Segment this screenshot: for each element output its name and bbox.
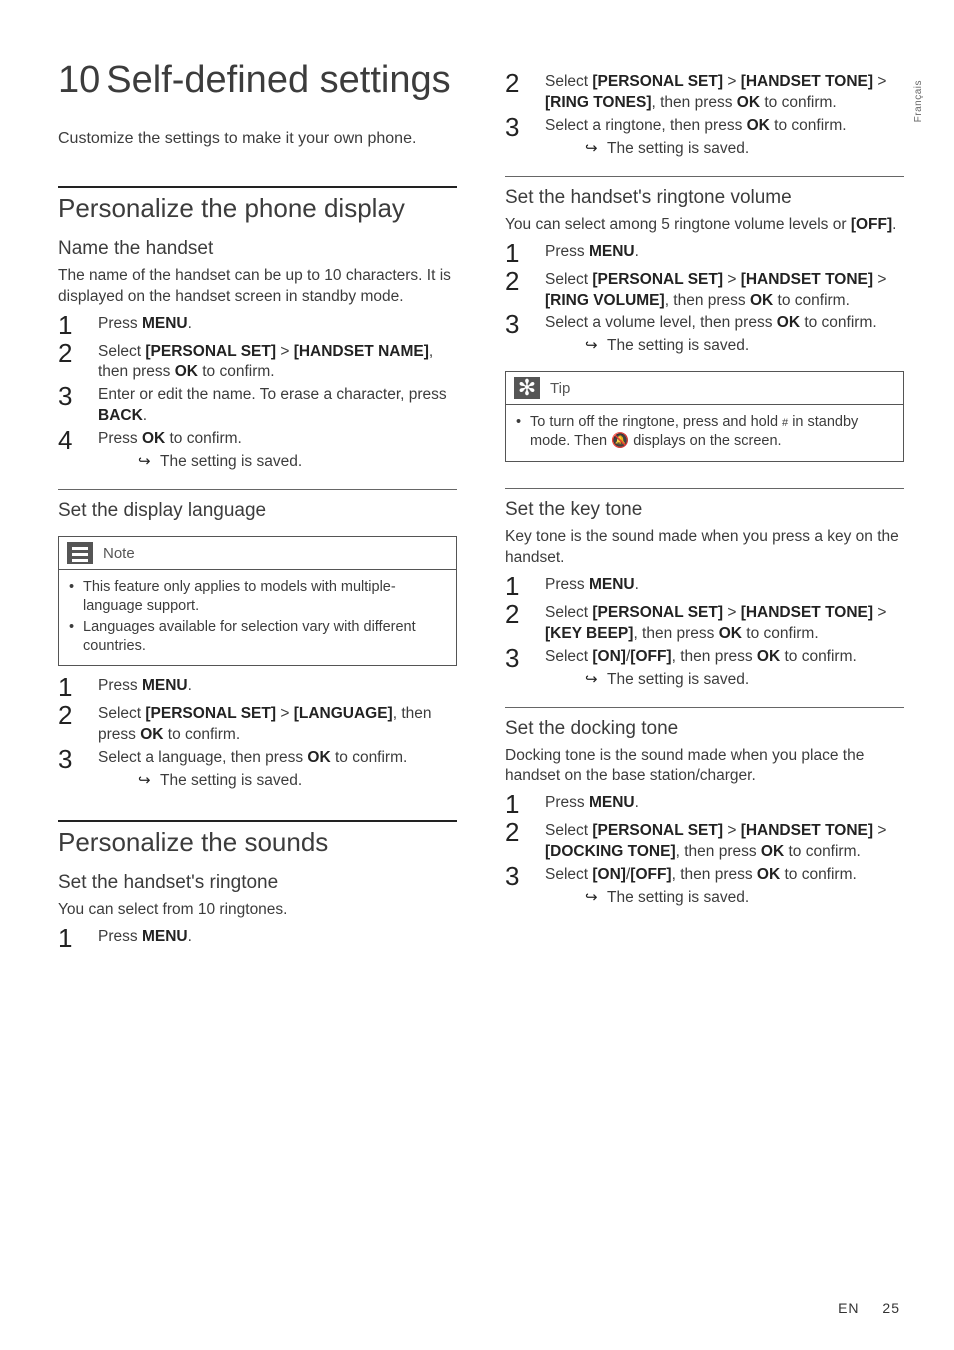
step-item: Select [PERSONAL SET] > [HANDSET TONE] >… [505, 270, 904, 312]
sub-handset-ringtone: Set the handset's ringtone [58, 872, 457, 894]
step-item: Select [ON]/[OFF], then press OK to conf… [505, 865, 904, 909]
lead-text: Key tone is the sound made when you pres… [505, 527, 904, 569]
divider [58, 186, 457, 188]
divider [505, 176, 904, 177]
step-item: Press MENU. [505, 793, 904, 819]
callout-body: This feature only applies to models with… [59, 570, 456, 665]
page-footer: EN 25 [838, 1300, 900, 1316]
tip-callout: ✻ Tip To turn off the ringtone, press an… [505, 371, 904, 462]
chapter-intro: Customize the settings to make it your o… [58, 130, 457, 148]
section-personalize-sounds: Personalize the sounds [58, 828, 457, 858]
divider [505, 488, 904, 489]
steps-list: Press MENU. Select [PERSONAL SET] > [HAN… [58, 314, 457, 474]
step-item: Select [PERSONAL SET] > [HANDSET TONE] >… [505, 603, 904, 645]
tip-item: To turn off the ringtone, press and hold… [516, 413, 893, 451]
chapter-heading: 10Self-defined settings [58, 60, 457, 102]
callout-label: Tip [550, 380, 570, 397]
result-text: The setting is saved. [545, 888, 904, 909]
step-item: Select [PERSONAL SET] > [HANDSET NAME], … [58, 342, 457, 384]
lead-text: The name of the handset can be up to 10 … [58, 266, 457, 308]
step-item: Select a language, then press OK to conf… [58, 748, 457, 792]
result-text: The setting is saved. [98, 771, 457, 792]
divider [505, 707, 904, 708]
step-item: Select [PERSONAL SET] > [LANGUAGE], then… [58, 704, 457, 746]
step-item: Press MENU. [58, 676, 457, 702]
right-column: Select [PERSONAL SET] > [HANDSET TONE] >… [505, 60, 904, 961]
steps-list: Select [PERSONAL SET] > [HANDSET TONE] >… [505, 72, 904, 160]
chapter-title: Self-defined settings [106, 59, 450, 101]
section-personalize-display: Personalize the phone display [58, 194, 457, 224]
mute-icon: 🔕 [611, 433, 629, 449]
callout-header: ✻ Tip [506, 372, 903, 405]
footer-lang: EN [838, 1300, 859, 1316]
lead-text: You can select from 10 ringtones. [58, 900, 457, 921]
step-item: Enter or edit the name. To erase a chara… [58, 385, 457, 427]
note-callout: Note This feature only applies to models… [58, 536, 457, 666]
step-item: Press MENU. [505, 575, 904, 601]
step-item: Press MENU. [505, 242, 904, 268]
divider [58, 489, 457, 490]
step-item: Select [PERSONAL SET] > [HANDSET TONE] >… [505, 821, 904, 863]
lead-text: Docking tone is the sound made when you … [505, 746, 904, 788]
step-item: Select [PERSONAL SET] > [HANDSET TONE] >… [505, 72, 904, 114]
step-item: Press MENU. [58, 927, 457, 953]
steps-list: Press MENU. [58, 927, 457, 953]
step-item: Press OK to confirm. The setting is save… [58, 429, 457, 473]
sub-name-handset: Name the handset [58, 238, 457, 260]
steps-list: Press MENU. Select [PERSONAL SET] > [HAN… [505, 793, 904, 909]
step-item: Press MENU. [58, 314, 457, 340]
footer-page-number: 25 [882, 1300, 900, 1316]
step-item: Select a ringtone, then press OK to conf… [505, 116, 904, 160]
result-text: The setting is saved. [545, 139, 904, 160]
note-item: Languages available for selection vary w… [69, 618, 446, 656]
sub-key-tone: Set the key tone [505, 499, 904, 521]
chapter-number: 10 [58, 60, 100, 102]
step-item: Select a volume level, then press OK to … [505, 313, 904, 357]
lead-text: You can select among 5 ringtone volume l… [505, 215, 904, 236]
steps-list: Press MENU. Select [PERSONAL SET] > [LAN… [58, 676, 457, 792]
result-text: The setting is saved. [98, 452, 457, 473]
note-icon [67, 542, 93, 564]
sub-display-language: Set the display language [58, 500, 457, 522]
step-item: Select [ON]/[OFF], then press OK to conf… [505, 647, 904, 691]
result-text: The setting is saved. [545, 670, 904, 691]
steps-list: Press MENU. Select [PERSONAL SET] > [HAN… [505, 242, 904, 358]
content-columns: 10Self-defined settings Customize the se… [58, 60, 904, 961]
callout-body: To turn off the ringtone, press and hold… [506, 405, 903, 461]
sub-ringtone-volume: Set the handset's ringtone volume [505, 187, 904, 209]
callout-header: Note [59, 537, 456, 570]
callout-label: Note [103, 545, 135, 562]
steps-list: Press MENU. Select [PERSONAL SET] > [HAN… [505, 575, 904, 691]
page: Français 10Self-defined settings Customi… [0, 0, 954, 1350]
tip-icon: ✻ [514, 377, 540, 399]
language-side-tab: Français [913, 80, 924, 122]
divider [58, 820, 457, 822]
left-column: 10Self-defined settings Customize the se… [58, 60, 457, 961]
result-text: The setting is saved. [545, 336, 904, 357]
note-item: This feature only applies to models with… [69, 578, 446, 616]
sub-docking-tone: Set the docking tone [505, 718, 904, 740]
